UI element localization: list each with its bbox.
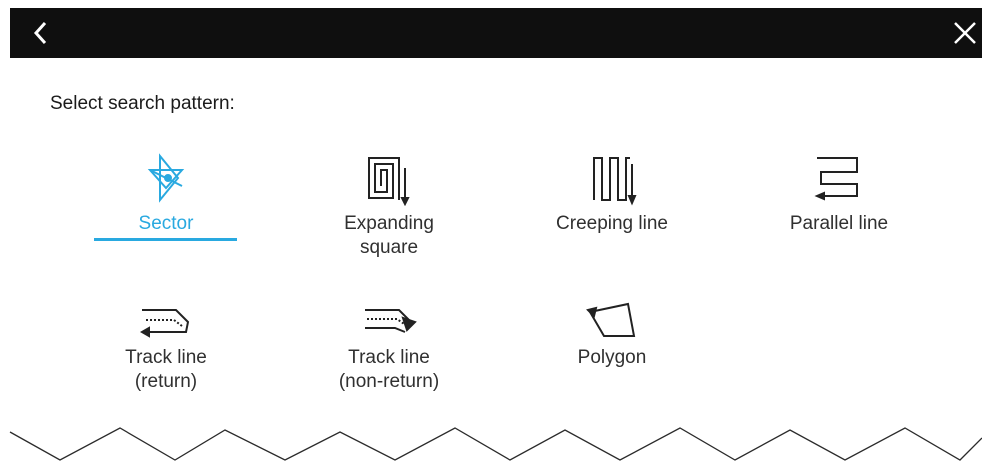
pattern-label: Polygon <box>577 347 647 368</box>
back-button[interactable] <box>26 18 56 48</box>
pattern-label: Parallel line <box>789 213 889 234</box>
pattern-label: Creeping line <box>556 213 668 234</box>
pattern-track-line-return[interactable]: Track line (return) <box>81 300 251 394</box>
polygon-icon <box>586 302 636 337</box>
pattern-label: Track line (non-return) <box>338 347 440 392</box>
pattern-creeping-line[interactable]: Creeping line <box>527 150 697 236</box>
pattern-sector[interactable]: Sector <box>81 150 251 236</box>
top-bar <box>10 8 982 58</box>
chevron-left-icon <box>33 21 47 45</box>
torn-edge-decoration <box>9 427 982 461</box>
pattern-expanding-square[interactable]: Expanding square <box>304 150 474 260</box>
sector-pattern-icon <box>147 153 185 203</box>
pattern-polygon[interactable]: Polygon <box>527 300 697 370</box>
creeping-line-icon <box>593 157 637 206</box>
parallel-line-icon <box>814 157 858 201</box>
pattern-label: Track line (return) <box>125 347 207 392</box>
track-line-non-return-icon <box>365 309 417 333</box>
pattern-parallel-line[interactable]: Parallel line <box>754 150 924 236</box>
close-icon <box>954 22 976 44</box>
selected-underline <box>94 238 237 241</box>
pattern-label: Expanding square <box>344 213 434 258</box>
pattern-track-line-non-return[interactable]: Track line (non-return) <box>304 300 474 394</box>
close-button[interactable] <box>948 16 982 50</box>
panel-title: Select search pattern: <box>50 93 235 114</box>
track-line-return-icon <box>139 309 190 338</box>
pattern-label: Sector <box>138 213 194 234</box>
expanding-square-icon <box>368 157 410 206</box>
